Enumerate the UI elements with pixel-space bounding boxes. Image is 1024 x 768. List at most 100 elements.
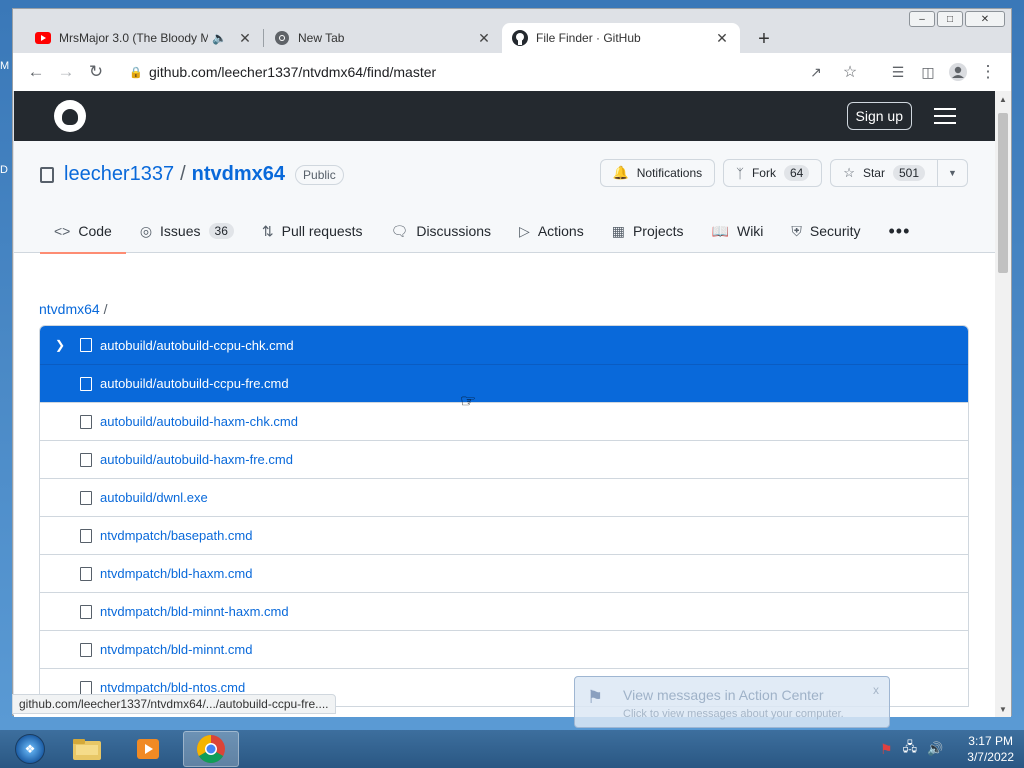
file-icon <box>80 490 92 505</box>
tab-pull-requests[interactable]: ⇅ Pull requests <box>248 209 377 253</box>
repo-path-separator: / <box>180 163 186 185</box>
notification-title: View messages in Action Center <box>623 687 824 703</box>
close-tab-icon[interactable]: ✕ <box>714 30 730 47</box>
tab-wiki[interactable]: 📖 Wiki <box>698 209 778 253</box>
breadcrumb-repo-link[interactable]: ntvdmx64 <box>39 301 100 317</box>
fork-label: Fork <box>751 166 776 180</box>
file-row[interactable]: autobuild/autobuild-haxm-fre.cmd <box>40 440 968 478</box>
file-path[interactable]: ntvdmpatch/bld-haxm.cmd <box>100 566 252 581</box>
table-icon: ▦ <box>611 222 625 239</box>
file-path[interactable]: autobuild/autobuild-ccpu-fre.cmd <box>100 376 289 391</box>
issue-circle-icon: ◎ <box>139 222 153 239</box>
notifications-button[interactable]: 🔔 Notifications <box>599 159 716 187</box>
action-center-flag-icon[interactable]: ⚑ <box>880 741 893 758</box>
tab-issues-label: Issues <box>160 223 201 239</box>
file-icon <box>80 604 92 619</box>
file-path[interactable]: ntvdmpatch/bld-minnt-haxm.cmd <box>100 604 289 619</box>
file-path[interactable]: ntvdmpatch/bld-minnt.cmd <box>100 642 252 657</box>
share-icon[interactable]: ↗ <box>801 57 831 87</box>
bookmark-star-icon[interactable]: ☆ <box>835 57 865 87</box>
hamburger-menu-icon[interactable] <box>934 108 956 124</box>
clock-time: 3:17 PM <box>968 734 1013 748</box>
url-text[interactable]: github.com/leecher1337/ntvdmx64/find/mas… <box>149 64 801 80</box>
file-path[interactable]: autobuild/autobuild-haxm-fre.cmd <box>100 452 293 467</box>
issues-count: 36 <box>208 223 234 239</box>
star-icon: ☆ <box>843 165 855 180</box>
tab-wiki-label: Wiki <box>736 223 764 239</box>
file-row[interactable]: autobuild/autobuild-haxm-chk.cmd <box>40 402 968 440</box>
file-row[interactable]: autobuild/autobuild-ccpu-fre.cmd <box>40 364 968 402</box>
chevron-right-icon: ❯ <box>54 338 66 352</box>
side-panel-icon[interactable]: ◫ <box>913 57 943 87</box>
file-row[interactable]: autobuild/dwnl.exe <box>40 478 968 516</box>
profile-avatar-icon[interactable] <box>943 57 973 87</box>
file-row[interactable]: ntvdmpatch/bld-minnt-haxm.cmd <box>40 592 968 630</box>
repo-nav: <> Code ◎ Issues 36 ⇅ Pull requests 🗨 Di… <box>40 209 925 254</box>
close-tab-icon[interactable]: ✕ <box>237 30 253 47</box>
file-path[interactable]: ntvdmpatch/bld-ntos.cmd <box>100 680 245 695</box>
github-logo-icon[interactable] <box>54 100 86 132</box>
tab-discussions[interactable]: 🗨 Discussions <box>377 209 505 253</box>
repo-owner-link[interactable]: leecher1337 <box>64 163 174 186</box>
tab-issues[interactable]: ◎ Issues 36 <box>126 209 248 253</box>
back-arrow-icon[interactable]: ← <box>21 57 51 87</box>
new-tab-button[interactable]: + <box>750 25 778 53</box>
scroll-up-arrow-icon[interactable]: ▲ <box>995 91 1011 107</box>
file-path[interactable]: ntvdmpatch/basepath.cmd <box>100 528 252 543</box>
start-button[interactable]: ❖ <box>10 730 50 768</box>
tab-new-tab[interactable]: New Tab ✕ <box>264 23 502 53</box>
network-icon[interactable]: 🖧 <box>903 738 918 760</box>
tab-security[interactable]: ⛨ Security <box>777 209 874 253</box>
breadcrumb: ntvdmx64 / <box>39 301 969 325</box>
file-path[interactable]: autobuild/autobuild-haxm-chk.cmd <box>100 414 298 429</box>
system-clock[interactable]: 3:17 PM 3/7/2022 <box>967 733 1014 765</box>
fork-button[interactable]: ᛉ Fork 64 <box>723 159 823 187</box>
status-bar-url: github.com/leecher1337/ntvdmx64/.../auto… <box>12 694 336 714</box>
tab-actions[interactable]: ▷ Actions <box>505 209 598 253</box>
discussion-icon: 🗨 <box>390 222 409 239</box>
reading-list-icon[interactable]: ☰ <box>883 57 913 87</box>
file-path[interactable]: autobuild/dwnl.exe <box>100 490 208 505</box>
repo-name-link[interactable]: ntvdmx64 <box>192 163 285 186</box>
github-header: Sign up <box>14 91 996 141</box>
file-path[interactable]: autobuild/autobuild-ccpu-chk.cmd <box>100 338 294 353</box>
kebab-menu-icon[interactable]: ⋮ <box>973 57 1003 87</box>
volume-icon[interactable]: 🔊 <box>927 741 943 757</box>
tab-file-finder[interactable]: File Finder · GitHub ✕ <box>502 23 740 53</box>
repo-actions: 🔔 Notifications ᛉ Fork 64 ☆ Star 501 ▼ <box>599 159 968 187</box>
sign-up-button[interactable]: Sign up <box>846 102 912 130</box>
address-bar[interactable]: 🔒 github.com/leecher1337/ntvdmx64/find/m… <box>121 57 873 87</box>
tab-projects[interactable]: ▦ Projects <box>598 209 698 253</box>
star-button[interactable]: ☆ Star 501 ▼ <box>830 159 968 187</box>
tab-code[interactable]: <> Code <box>40 209 126 254</box>
scrollbar-thumb[interactable] <box>998 113 1008 273</box>
more-options-icon[interactable]: ••• <box>875 221 925 242</box>
vertical-scrollbar[interactable]: ▲ ▼ <box>995 91 1011 717</box>
github-icon <box>512 30 528 46</box>
tab-discussions-label: Discussions <box>416 223 492 239</box>
tab-strip: MrsMajor 3.0 (The Bloody M 🔈 ✕ New Tab ✕… <box>13 23 1011 53</box>
audio-speaker-icon[interactable]: 🔈 <box>212 31 227 45</box>
taskbar-chrome[interactable] <box>183 731 239 767</box>
scroll-down-arrow-icon[interactable]: ▼ <box>995 701 1011 717</box>
close-tab-icon[interactable]: ✕ <box>476 30 492 47</box>
desktop-text-fragment: D <box>0 164 8 176</box>
chevron-down-icon[interactable]: ▼ <box>937 160 967 186</box>
tab-youtube[interactable]: MrsMajor 3.0 (The Bloody M 🔈 ✕ <box>25 23 263 53</box>
file-row[interactable]: ntvdmpatch/bld-haxm.cmd <box>40 554 968 592</box>
file-row[interactable]: ntvdmpatch/basepath.cmd <box>40 516 968 554</box>
repo-title: leecher1337 / ntvdmx64 Public <box>40 163 344 186</box>
file-icon <box>80 680 92 695</box>
file-icon <box>80 376 92 391</box>
notification-close-icon[interactable]: x <box>873 683 879 697</box>
fork-icon: ᛉ <box>736 165 744 181</box>
forward-arrow-icon[interactable]: → <box>51 57 81 87</box>
system-tray: ⚑ 🖧 🔊 3:17 PM 3/7/2022 <box>880 733 1024 765</box>
file-row[interactable]: ❯ autobuild/autobuild-ccpu-chk.cmd <box>40 326 968 364</box>
tab-pull-requests-label: Pull requests <box>281 223 363 239</box>
file-row[interactable]: ntvdmpatch/bld-minnt.cmd <box>40 630 968 668</box>
action-center-notification[interactable]: ⚑ View messages in Action Center Click t… <box>574 676 890 728</box>
taskbar-media-player[interactable] <box>121 731 177 767</box>
reload-icon[interactable]: ↻ <box>81 57 111 87</box>
taskbar-explorer[interactable] <box>59 731 115 767</box>
